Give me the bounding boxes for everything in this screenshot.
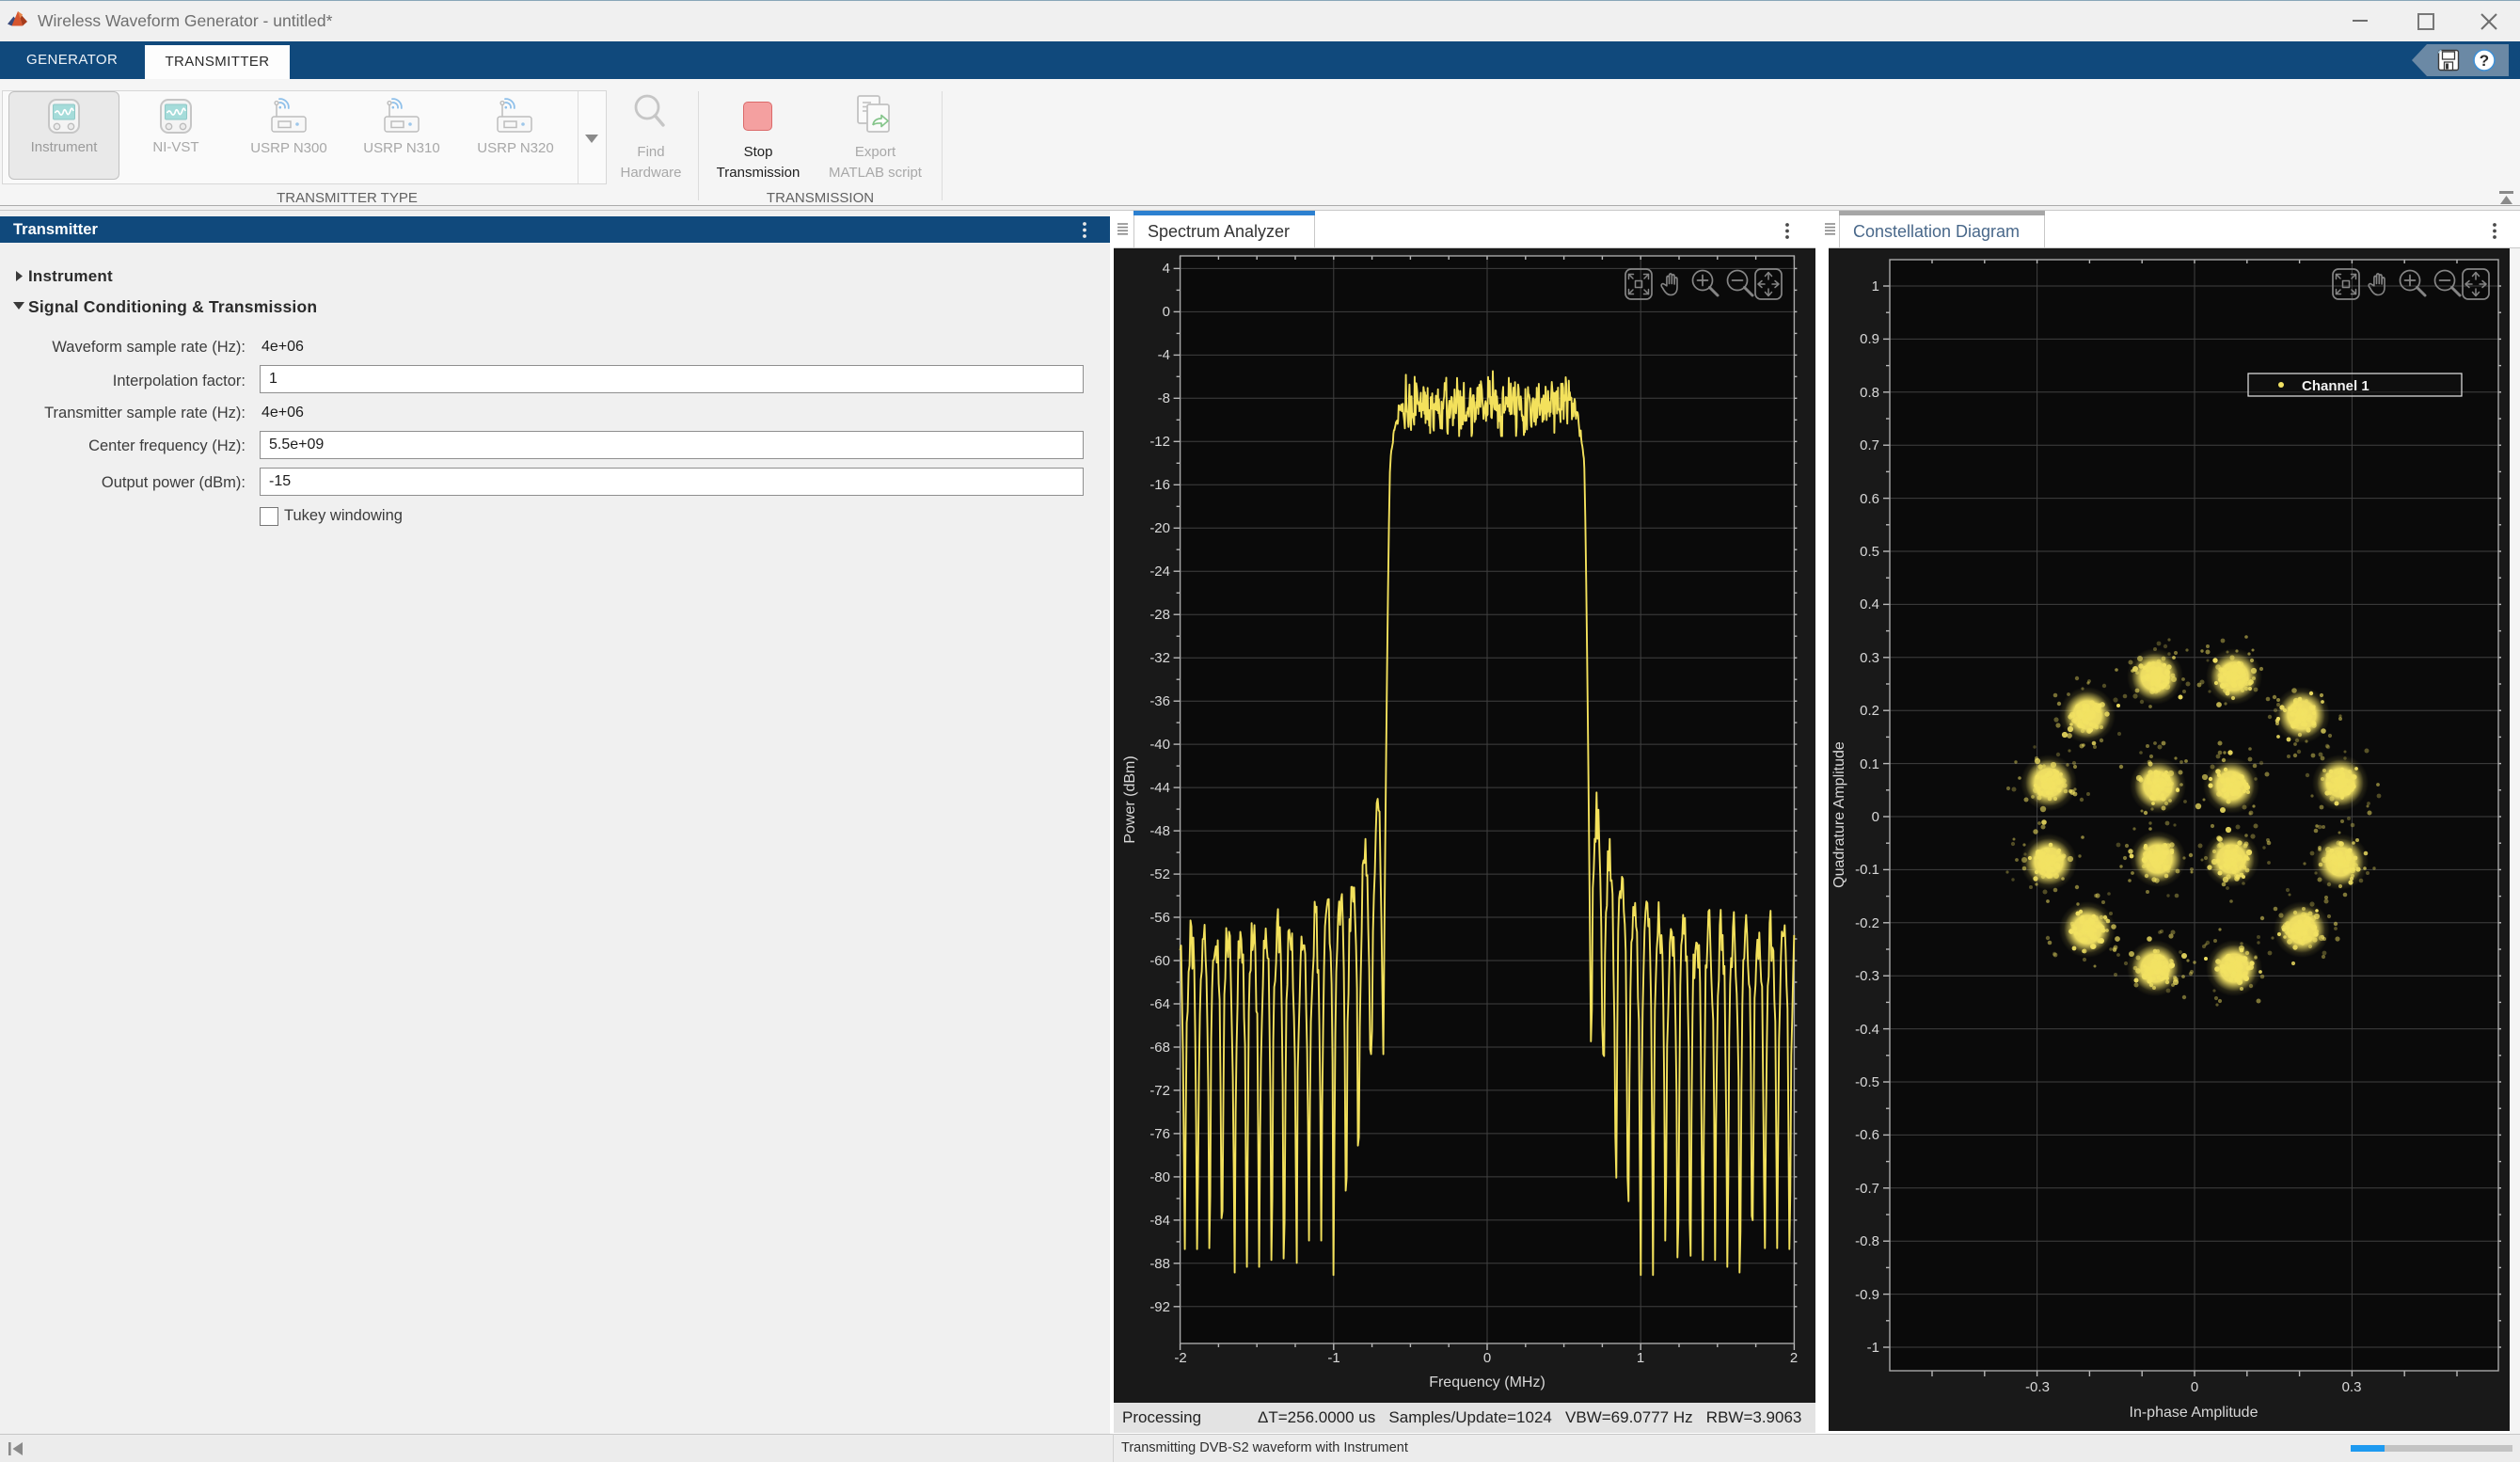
svg-text:-4: -4 — [1158, 347, 1170, 363]
svg-text:-32: -32 — [1149, 650, 1170, 666]
svg-text:-76: -76 — [1149, 1126, 1170, 1142]
svg-text:-0.4: -0.4 — [1855, 1022, 1879, 1038]
svg-text:-68: -68 — [1149, 1040, 1170, 1056]
svg-text:0.8: 0.8 — [1860, 385, 1879, 401]
svg-text:-12: -12 — [1149, 434, 1170, 450]
svg-text:-72: -72 — [1149, 1083, 1170, 1099]
svg-text:-52: -52 — [1149, 866, 1170, 882]
svg-text:-24: -24 — [1149, 564, 1170, 580]
svg-text:-20: -20 — [1149, 520, 1170, 536]
svg-text:-0.3: -0.3 — [2025, 1379, 2050, 1395]
svg-text:-88: -88 — [1149, 1256, 1170, 1272]
svg-text:0.2: 0.2 — [1860, 703, 1879, 719]
svg-text:-0.6: -0.6 — [1855, 1127, 1879, 1143]
svg-text:-1: -1 — [1867, 1340, 1879, 1356]
svg-text:1: 1 — [1637, 1350, 1644, 1366]
svg-text:0.3: 0.3 — [2342, 1379, 2362, 1395]
svg-text:0: 0 — [1872, 809, 1879, 825]
svg-text:-56: -56 — [1149, 910, 1170, 926]
svg-text:-36: -36 — [1149, 693, 1170, 709]
svg-text:-40: -40 — [1149, 737, 1170, 753]
svg-text:1: 1 — [1872, 278, 1879, 294]
svg-text:4: 4 — [1163, 261, 1170, 277]
svg-text:0.1: 0.1 — [1860, 756, 1879, 772]
svg-text:-92: -92 — [1149, 1299, 1170, 1315]
svg-text:-0.8: -0.8 — [1855, 1233, 1879, 1249]
svg-text:-84: -84 — [1149, 1213, 1170, 1229]
svg-text:0: 0 — [2191, 1379, 2198, 1395]
svg-text:In-phase Amplitude: In-phase Amplitude — [2130, 1405, 2258, 1421]
svg-text:0.4: 0.4 — [1860, 596, 1879, 612]
svg-text:-60: -60 — [1149, 953, 1170, 969]
svg-text:-0.3: -0.3 — [1855, 968, 1879, 984]
svg-text:0.5: 0.5 — [1860, 544, 1879, 560]
svg-text:0.7: 0.7 — [1860, 437, 1879, 453]
svg-text:Frequency (MHz): Frequency (MHz) — [1429, 1375, 1545, 1390]
svg-text:-80: -80 — [1149, 1169, 1170, 1185]
svg-text:-48: -48 — [1149, 823, 1170, 839]
svg-text:0.3: 0.3 — [1860, 650, 1879, 666]
svg-text:0.6: 0.6 — [1860, 491, 1879, 507]
svg-text:-0.7: -0.7 — [1855, 1181, 1879, 1197]
svg-text:Quadrature Amplitude: Quadrature Amplitude — [1831, 741, 1847, 888]
svg-text:-44: -44 — [1149, 780, 1170, 796]
svg-text:-0.5: -0.5 — [1855, 1074, 1879, 1090]
svg-text:0: 0 — [1163, 304, 1170, 320]
svg-text:0: 0 — [1483, 1350, 1491, 1366]
svg-text:0.9: 0.9 — [1860, 331, 1879, 347]
svg-text:-1: -1 — [1327, 1350, 1339, 1366]
svg-text:-0.9: -0.9 — [1855, 1287, 1879, 1303]
svg-text:Power (dBm): Power (dBm) — [1122, 755, 1138, 843]
svg-text:Channel 1: Channel 1 — [2302, 378, 2369, 394]
svg-text:-8: -8 — [1158, 390, 1170, 406]
svg-text:-16: -16 — [1149, 477, 1170, 493]
svg-text:2: 2 — [1790, 1350, 1798, 1366]
svg-text:-28: -28 — [1149, 607, 1170, 623]
svg-text:-0.1: -0.1 — [1855, 862, 1879, 878]
svg-text:-2: -2 — [1174, 1350, 1186, 1366]
svg-text:?: ? — [2480, 52, 2489, 70]
svg-text:-64: -64 — [1149, 996, 1170, 1012]
svg-text:-0.2: -0.2 — [1855, 915, 1879, 931]
